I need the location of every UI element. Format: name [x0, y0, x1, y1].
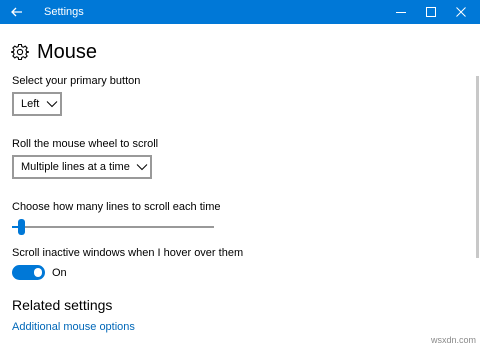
primary-button-dropdown[interactable]: Left: [12, 92, 62, 116]
slider-thumb[interactable]: [18, 219, 25, 235]
vertical-scrollbar[interactable]: [474, 24, 480, 350]
maximize-button[interactable]: [416, 0, 446, 24]
toggle-knob: [34, 268, 42, 277]
primary-button-label: Select your primary button: [12, 75, 141, 87]
close-button[interactable]: [446, 0, 476, 24]
inactive-scroll-toggle[interactable]: [12, 265, 45, 280]
page-header: Mouse: [11, 39, 97, 65]
wheel-scroll-label: Roll the mouse wheel to scroll: [12, 138, 159, 150]
watermark: wsxdn.com: [431, 335, 477, 345]
close-icon: [456, 7, 466, 17]
related-settings-heading: Related settings: [12, 297, 113, 313]
scrollbar-thumb[interactable]: [476, 76, 479, 258]
chevron-down-icon: [46, 101, 58, 108]
inactive-scroll-label: Scroll inactive windows when I hover ove…: [12, 247, 244, 259]
slider-rail: [12, 226, 214, 228]
minimize-icon: [396, 12, 406, 13]
lines-to-scroll-slider[interactable]: [12, 219, 214, 235]
maximize-icon: [426, 7, 436, 17]
wheel-scroll-value: Multiple lines at a time: [21, 161, 130, 173]
page-title: Mouse: [37, 41, 98, 63]
back-button[interactable]: [0, 0, 34, 24]
toggle-state-text: On: [52, 267, 67, 279]
back-arrow-icon: [11, 7, 22, 17]
lines-to-scroll-label: Choose how many lines to scroll each tim…: [12, 201, 221, 213]
gear-icon: [11, 43, 29, 61]
chevron-down-icon: [136, 164, 148, 171]
title-bar: Settings: [0, 0, 480, 24]
minimize-button[interactable]: [386, 0, 416, 24]
wheel-scroll-dropdown[interactable]: Multiple lines at a time: [12, 155, 152, 179]
window-title: Settings: [44, 6, 84, 18]
primary-button-value: Left: [21, 98, 40, 110]
additional-mouse-options-link[interactable]: Additional mouse options: [12, 320, 135, 334]
